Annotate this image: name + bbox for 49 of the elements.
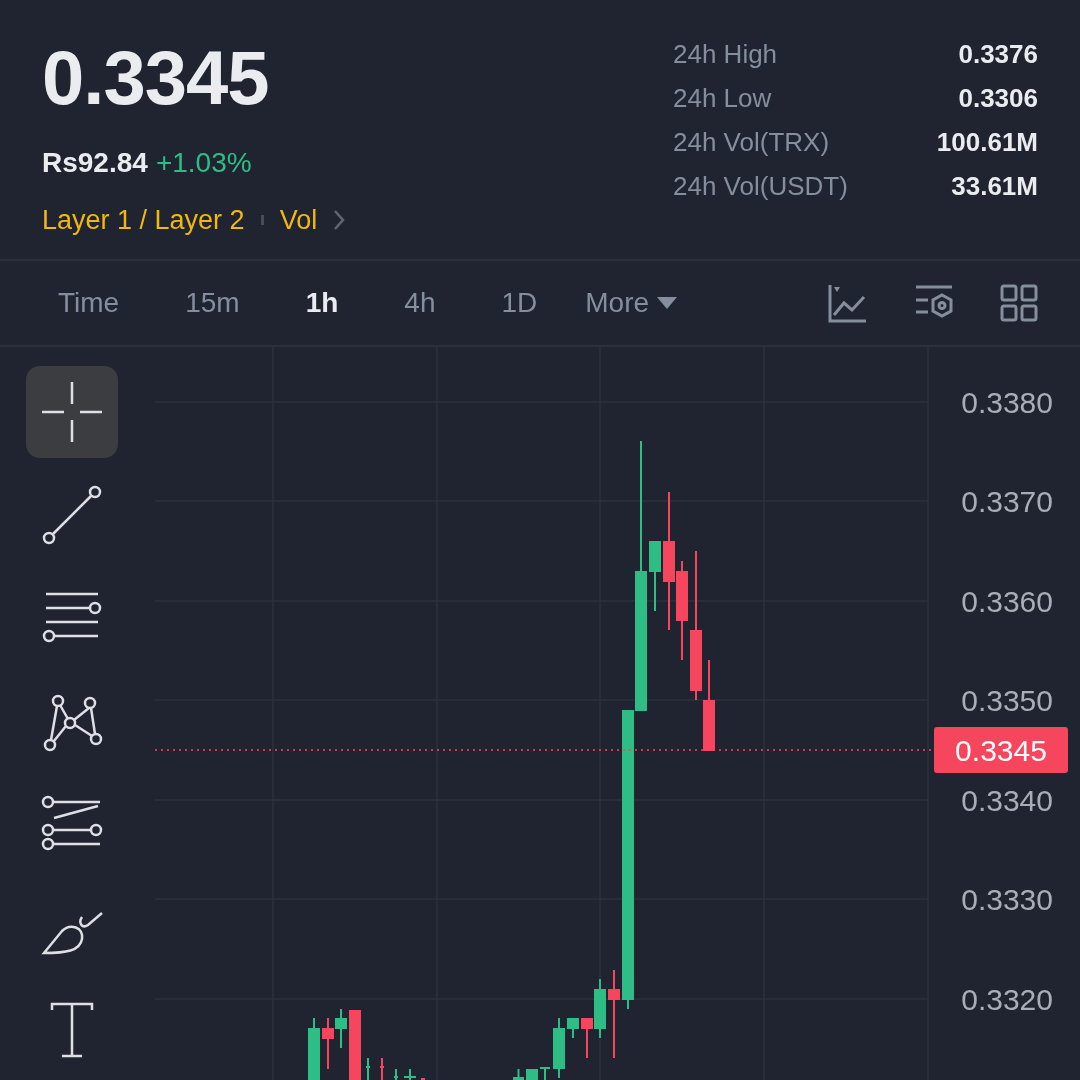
candlestick [526,1068,538,1080]
price-axis-label: 0.3350 [961,684,1053,717]
last-price-tag: 0.3345 [934,727,1068,773]
interval-tab[interactable]: Time [58,282,120,324]
caret-down-icon [657,297,678,309]
stat-label: 24h Vol(TRX) [673,126,831,159]
price-axis-label: 0.3320 [961,983,1053,1016]
candlestick [335,1008,347,1049]
candlestick [404,1068,416,1080]
candlestick [366,1057,370,1080]
drawing-tool-button[interactable] [26,366,118,458]
price-axis-label: 0.3340 [961,784,1053,817]
fiat-price: Rs92.84 [42,146,148,180]
grid-layout-icon[interactable] [1000,284,1038,322]
chevron-right-icon[interactable] [333,209,346,232]
price-axis-label: 0.3330 [961,883,1053,916]
crosshair-icon [40,380,104,444]
line-chart-icon[interactable] [828,283,868,323]
candlestick [513,1068,524,1080]
stat-value: 33.61M [950,170,1038,203]
candlestick [567,1017,579,1039]
candlestick [394,1068,398,1080]
last-price: 0.3345 [42,40,270,116]
stat-label: 24h Low [673,82,773,115]
interval-tab[interactable]: 4h [404,282,436,324]
interval-tab[interactable]: 15m [185,282,240,324]
candlestick [322,1017,334,1070]
candlestick [540,1066,550,1080]
stat-value: 0.3376 [957,38,1038,71]
candlestick [421,1077,425,1080]
price-change: +1.03% [155,146,252,180]
more-dropdown[interactable]: More [585,282,678,324]
interval-tab[interactable]: 1h [305,282,339,324]
price-axis-label: 0.3380 [961,386,1053,419]
candlestick [308,1017,320,1080]
interval-tab[interactable]: 1D [501,282,538,324]
trend-line-icon [40,483,104,547]
stat-value: 0.3306 [957,82,1038,115]
stat-label: 24h Vol(USDT) [673,170,849,203]
candlestick [649,540,661,612]
category-tag[interactable]: Vol [279,200,318,241]
candlestick [553,1017,565,1079]
category-tag[interactable]: Layer 1 / Layer 2 [42,200,245,241]
price-axis-label: 0.3370 [961,485,1053,518]
candlestick [349,1009,361,1080]
stat-label: 24h High [673,38,779,71]
candlestick [380,1057,384,1080]
stat-value: 100.61M [935,126,1038,159]
price-axis-label: 0.3360 [961,585,1053,618]
